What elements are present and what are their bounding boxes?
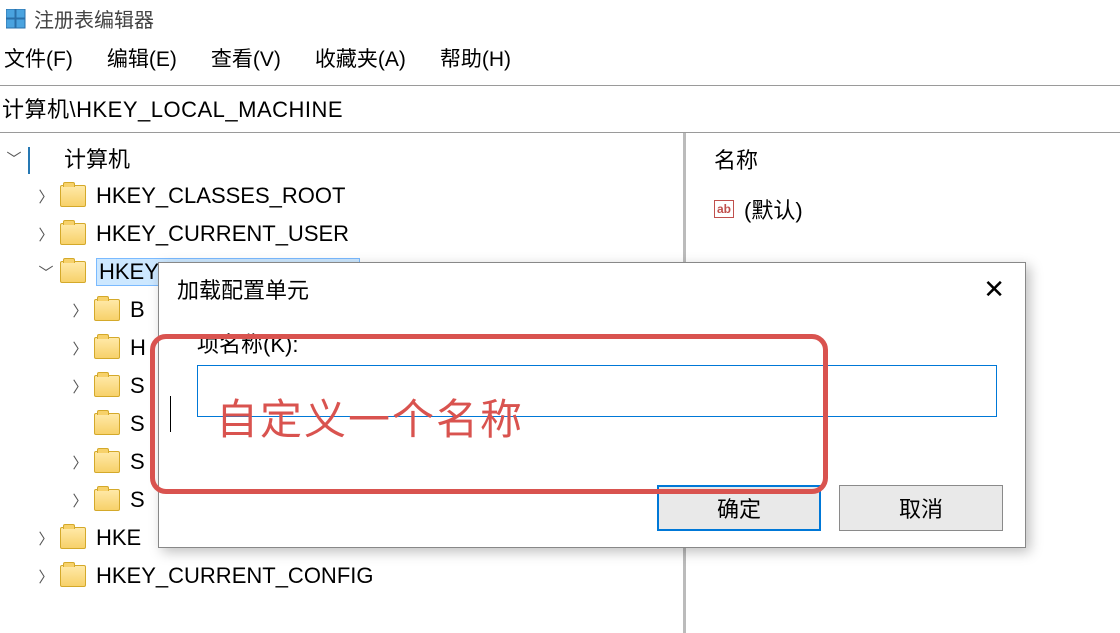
folder-icon <box>94 489 120 511</box>
folder-icon <box>60 223 86 245</box>
dialog-titlebar: 加载配置单元 ✕ <box>159 263 1025 311</box>
folder-icon <box>94 299 120 321</box>
tree-label: S <box>130 411 145 437</box>
column-header-name[interactable]: 名称 <box>714 143 1120 175</box>
dialog-body: 项名称(K): <box>159 311 1025 421</box>
string-value-icon: ab <box>714 200 734 218</box>
tree-node-hkcc[interactable]: 〉 HKEY_CURRENT_CONFIG <box>0 557 683 595</box>
tree-label: H <box>130 335 146 361</box>
tree-node-computer[interactable]: ﹀ 计算机 <box>0 139 683 177</box>
folder-icon <box>60 565 86 587</box>
window-title: 注册表编辑器 <box>34 4 154 33</box>
chevron-down-icon[interactable]: ﹀ <box>4 148 24 169</box>
folder-icon <box>94 451 120 473</box>
chevron-right-icon[interactable]: 〉 <box>36 528 56 549</box>
address-bar[interactable]: 计算机\HKEY_LOCAL_MACHINE <box>0 85 1120 133</box>
ok-button[interactable]: 确定 <box>657 485 821 531</box>
titlebar: 注册表编辑器 <box>0 0 1120 35</box>
tree-label: HKEY_CLASSES_ROOT <box>96 183 345 209</box>
menu-edit[interactable]: 编辑(E) <box>107 43 177 73</box>
menu-file[interactable]: 文件(F) <box>4 43 73 73</box>
text-caret <box>170 396 171 432</box>
key-name-input[interactable] <box>197 365 997 417</box>
menu-view[interactable]: 查看(V) <box>211 43 281 73</box>
folder-icon <box>60 185 86 207</box>
folder-icon <box>94 337 120 359</box>
tree-label: S <box>130 373 145 399</box>
menu-favorites[interactable]: 收藏夹(A) <box>315 43 406 73</box>
folder-icon <box>60 527 86 549</box>
close-icon[interactable]: ✕ <box>977 274 1011 305</box>
chevron-right-icon[interactable]: 〉 <box>36 566 56 587</box>
tree-label: S <box>130 487 145 513</box>
value-row-default[interactable]: ab (默认) <box>714 193 1120 225</box>
dialog-buttons: 确定 取消 <box>657 485 1003 531</box>
value-name: (默认) <box>744 193 803 225</box>
dialog-title-text: 加载配置单元 <box>177 273 309 305</box>
folder-icon <box>94 375 120 397</box>
tree-label: B <box>130 297 145 323</box>
chevron-right-icon[interactable]: 〉 <box>70 452 90 473</box>
folder-icon <box>60 261 86 283</box>
tree-node-hkcr[interactable]: 〉 HKEY_CLASSES_ROOT <box>0 177 683 215</box>
app-icon <box>6 9 26 29</box>
tree-label: HKEY_CURRENT_CONFIG <box>96 563 373 589</box>
menu-help[interactable]: 帮助(H) <box>440 43 511 73</box>
tree-label: 计算机 <box>64 142 130 174</box>
computer-icon <box>28 148 54 168</box>
chevron-right-icon[interactable]: 〉 <box>70 376 90 397</box>
chevron-down-icon[interactable]: ﹀ <box>36 262 56 283</box>
chevron-right-icon[interactable]: 〉 <box>70 490 90 511</box>
tree-label: HKEY_CURRENT_USER <box>96 221 349 247</box>
chevron-right-icon[interactable]: 〉 <box>70 300 90 321</box>
tree-node-hkcu[interactable]: 〉 HKEY_CURRENT_USER <box>0 215 683 253</box>
tree-label: S <box>130 449 145 475</box>
cancel-button[interactable]: 取消 <box>839 485 1003 531</box>
tree-label: HKE <box>96 525 141 551</box>
folder-icon <box>94 413 120 435</box>
key-name-label: 项名称(K): <box>197 327 1003 359</box>
chevron-right-icon[interactable]: 〉 <box>70 338 90 359</box>
menubar: 文件(F) 编辑(E) 查看(V) 收藏夹(A) 帮助(H) <box>0 35 1120 85</box>
load-hive-dialog: 加载配置单元 ✕ 项名称(K): 确定 取消 <box>158 262 1026 548</box>
chevron-right-icon[interactable]: 〉 <box>36 224 56 245</box>
chevron-right-icon[interactable]: 〉 <box>36 186 56 207</box>
